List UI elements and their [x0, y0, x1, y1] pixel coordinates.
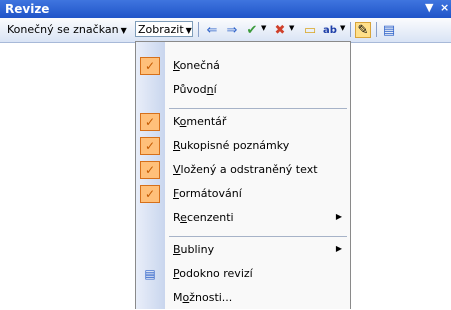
- show-button[interactable]: Zobrazit ▼: [135, 21, 193, 37]
- menu-item-options[interactable]: Možnosti...: [136, 286, 350, 310]
- menu-item-reviewers[interactable]: Recenzenti ▶: [136, 206, 350, 230]
- menu-item-label: Rukopisné poznámky: [173, 139, 290, 152]
- menu-item-label: Formátování: [173, 187, 242, 200]
- toolbar-separator: [198, 22, 199, 37]
- menu-item-label: Komentář: [173, 115, 227, 128]
- menu-item-label: Podokno revizí: [173, 267, 253, 280]
- reviewing-toolbar: Konečný se značkan ▼ Zobrazit ▼ ⇐ ⇒ ✔ ▼ ✖ …: [0, 18, 451, 43]
- show-button-label: Zobrazit: [138, 23, 184, 36]
- menu-item-original[interactable]: Původní: [136, 78, 350, 102]
- menu-item-label: Bubliny: [173, 243, 215, 256]
- checkmark-icon: ✓: [140, 185, 160, 203]
- toolbar-separator: [376, 22, 377, 37]
- highlight-icon[interactable]: ab: [322, 22, 338, 38]
- track-changes-icon[interactable]: ✎: [355, 22, 371, 38]
- toolbar-title: Revize: [5, 2, 50, 16]
- reject-change-icon[interactable]: ✖: [272, 22, 288, 38]
- menu-item-label: Možnosti...: [173, 291, 233, 304]
- toolbar-options-icon[interactable]: ▼: [425, 1, 433, 14]
- menu-item-label: Recenzenti: [173, 211, 234, 224]
- menu-item-label: Původní: [173, 83, 217, 96]
- submenu-arrow-icon: ▶: [335, 244, 342, 253]
- show-menu: ✓ Konečná Původní ✓ Komentář ✓ Rukopisné pozná…: [135, 41, 351, 309]
- accept-dropdown-chevron-icon[interactable]: ▼: [261, 24, 266, 32]
- checkmark-icon: ✓: [140, 137, 160, 155]
- menu-item-formatting[interactable]: ✓ Formátování: [136, 182, 350, 206]
- reject-dropdown-chevron-icon[interactable]: ▼: [289, 24, 294, 32]
- accept-change-icon[interactable]: ✔: [244, 22, 260, 38]
- close-icon[interactable]: ×: [440, 1, 449, 14]
- menu-item-pane[interactable]: ▤ Podokno revizí: [136, 262, 350, 286]
- display-for-review-combo[interactable]: Konečný se značkan ▼: [4, 21, 134, 37]
- submenu-arrow-icon: ▶: [335, 212, 342, 221]
- menu-item-label: Konečná: [173, 59, 220, 72]
- checkmark-icon: ✓: [140, 161, 160, 179]
- chevron-down-icon: ▼: [120, 26, 127, 35]
- menu-separator: [169, 108, 347, 109]
- menu-separator: [169, 236, 347, 237]
- previous-change-icon[interactable]: ⇐: [204, 22, 220, 38]
- chevron-down-icon: ▼: [185, 26, 192, 35]
- new-comment-icon[interactable]: ▭: [302, 22, 318, 38]
- checkmark-icon: ✓: [140, 113, 160, 131]
- menu-item-comments[interactable]: ✓ Komentář: [136, 110, 350, 134]
- menu-item-ink[interactable]: ✓ Rukopisné poznámky: [136, 134, 350, 158]
- menu-item-balloons[interactable]: Bubliny ▶: [136, 238, 350, 262]
- menu-item-insdel[interactable]: ✓ Vložený a odstraněný text: [136, 158, 350, 182]
- display-for-review-value: Konečný se značkan: [7, 23, 119, 36]
- highlight-dropdown-chevron-icon[interactable]: ▼: [340, 24, 345, 32]
- menu-item-label: Vložený a odstraněný text: [173, 163, 318, 176]
- next-change-icon[interactable]: ⇒: [224, 22, 240, 38]
- menu-item-final[interactable]: ✓ Konečná: [136, 54, 350, 78]
- reviewing-pane-icon[interactable]: ▤: [381, 22, 397, 38]
- reviewing-pane-icon: ▤: [144, 267, 156, 281]
- toolbar-titlebar: Revize ▼ ×: [0, 0, 451, 18]
- checkmark-icon: ✓: [140, 57, 160, 75]
- toolbar-separator: [350, 22, 351, 37]
